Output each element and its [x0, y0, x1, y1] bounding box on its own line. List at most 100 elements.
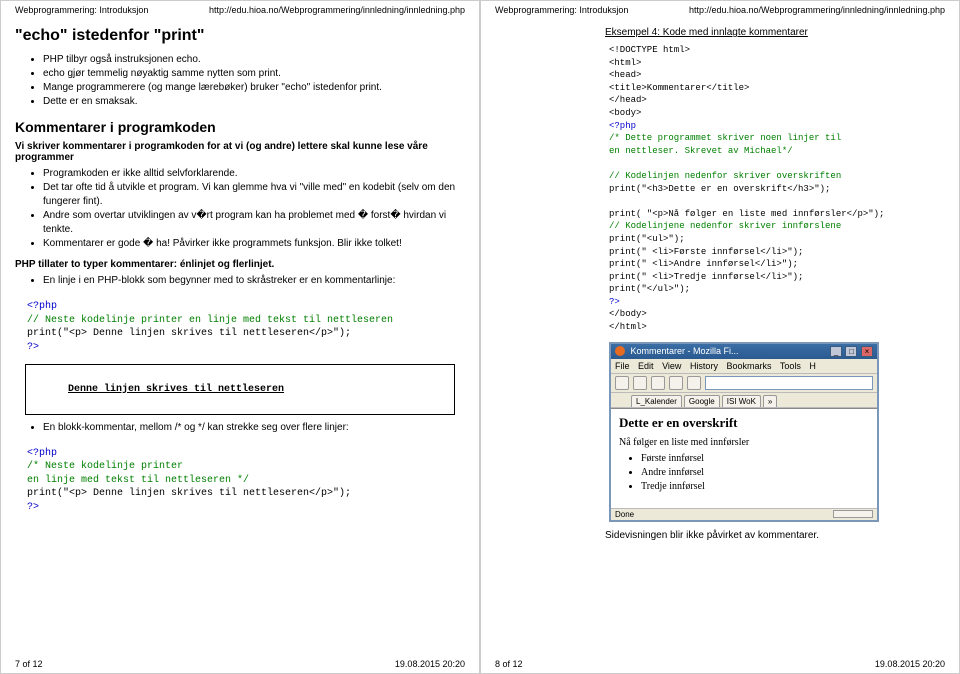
closing-text: Sidevisningen blir ikke påvirket av komm…	[605, 530, 945, 541]
browser-title: Kommentarer - Mozilla Fi...	[615, 346, 739, 357]
list-item: En blokk-kommentar, mellom /* og */ kan …	[43, 421, 465, 435]
php-open: <?php	[27, 301, 57, 312]
php-close: ?>	[27, 342, 39, 353]
status-text: Done	[615, 510, 634, 519]
page-number: 7 of 12	[15, 659, 43, 669]
header-bar: Webprogrammering: Introduksjon http://ed…	[495, 5, 945, 15]
header-bar: Webprogrammering: Introduksjon http://ed…	[15, 5, 465, 15]
comment-intro: Vi skriver kommentarer i programkoden fo…	[15, 141, 465, 163]
firefox-icon	[615, 346, 625, 356]
output-box-1: Denne linjen skrives til nettleseren	[25, 364, 455, 415]
doc-title: Webprogrammering: Introduksjon	[15, 5, 148, 15]
code-line: <title>Kommentarer</title>	[609, 82, 945, 95]
browser-statusbar: Done	[611, 508, 877, 520]
code-line: </head>	[609, 94, 945, 107]
list-item: En linje i en PHP-blokk som begynner med…	[43, 274, 465, 288]
echo-list: PHP tilbyr også instruksjonen echo. echo…	[43, 53, 465, 109]
code-line: <head>	[609, 69, 945, 82]
stop-icon[interactable]	[669, 376, 683, 390]
doc-title: Webprogrammering: Introduksjon	[495, 5, 628, 15]
content-paragraph: Nå følger en liste med innførsler	[619, 437, 869, 448]
bookmark-item[interactable]: L_Kalender	[631, 395, 682, 407]
browser-titlebar: Kommentarer - Mozilla Fi... _ □ ×	[611, 344, 877, 359]
heading-echo: "echo" istedenfor "print"	[15, 27, 465, 45]
code-line: print("</ul>");	[609, 283, 945, 296]
list-item: Kommentarer er gode � ha! Påvirker ikke …	[43, 237, 465, 251]
example-title: Eksempel 4: Kode med innlagte kommentare…	[605, 27, 945, 38]
timestamp: 19.08.2015 20:20	[875, 659, 945, 669]
code-line: <!DOCTYPE html>	[609, 44, 945, 57]
php-close: ?>	[27, 502, 39, 513]
code-line: print("<ul>");	[609, 233, 945, 246]
minimize-icon[interactable]: _	[830, 346, 842, 357]
code-line: print(" <li>Tredje innførsel</li>");	[609, 271, 945, 284]
bookmark-overflow[interactable]: »	[763, 395, 777, 407]
code-comment: en nettleser. Skrevet av Michael*/	[609, 145, 945, 158]
browser-preview: Kommentarer - Mozilla Fi... _ □ × File E…	[609, 342, 879, 522]
browser-title-text: Kommentarer - Mozilla Fi...	[631, 346, 739, 356]
code-example-4: <!DOCTYPE html> <html> <head> <title>Kom…	[609, 44, 945, 334]
bookmark-item[interactable]: ISI WoK	[722, 395, 761, 407]
list-item: Første innførsel	[641, 452, 869, 466]
menu-tools[interactable]: Tools	[780, 361, 801, 371]
home-icon[interactable]	[687, 376, 701, 390]
list-item: Tredje innførsel	[641, 480, 869, 494]
timestamp: 19.08.2015 20:20	[395, 659, 465, 669]
menu-edit[interactable]: Edit	[638, 361, 654, 371]
php-open: <?php	[27, 448, 57, 459]
menu-help[interactable]: H	[809, 361, 816, 371]
bookmark-item[interactable]: Google	[684, 395, 720, 407]
list-item: Andre som overtar utviklingen av v�rt pr…	[43, 209, 465, 237]
code-comment: // Neste kodelinje printer en linje med …	[27, 315, 393, 326]
code-line: print(" <li>Første innførsel</li>");	[609, 246, 945, 259]
menu-file[interactable]: File	[615, 361, 630, 371]
menu-bookmarks[interactable]: Bookmarks	[726, 361, 771, 371]
code-line: print( "<p>Nå følger en liste med innfør…	[609, 208, 945, 221]
menu-view[interactable]: View	[662, 361, 681, 371]
reload-icon[interactable]	[651, 376, 665, 390]
browser-menu: File Edit View History Bookmarks Tools H	[611, 359, 877, 374]
footer: 8 of 12 19.08.2015 20:20	[495, 659, 945, 669]
list-item: Andre innførsel	[641, 466, 869, 480]
code-blank	[609, 157, 945, 170]
code-comment: // Kodelinjene nedenfor skriver innførsl…	[609, 220, 945, 233]
maximize-icon[interactable]: □	[845, 346, 857, 357]
browser-toolbar	[611, 374, 877, 393]
forward-icon[interactable]	[633, 376, 647, 390]
block-comment-list: En blokk-kommentar, mellom /* og */ kan …	[43, 421, 465, 435]
code-blank	[609, 195, 945, 208]
code-line: print("<h3>Dette er en overskrift</h3>")…	[609, 183, 945, 196]
code-line: <html>	[609, 57, 945, 70]
list-item: Mange programmerere (og mange lærebøker)…	[43, 81, 465, 95]
window-controls: _ □ ×	[829, 346, 873, 357]
code-line: <body>	[609, 107, 945, 120]
browser-content: Dette er en overskrift Nå følger en list…	[611, 408, 877, 508]
page-number: 8 of 12	[495, 659, 523, 669]
code-comment: en linje med tekst til nettleseren */	[27, 475, 249, 486]
list-item: Det tar ofte tid å utvikle et program. V…	[43, 181, 465, 209]
code-line: </body>	[609, 308, 945, 321]
code-block-1: <?php // Neste kodelinje printer en linj…	[25, 296, 465, 358]
list-item: echo gjør temmelig nøyaktig samme nytten…	[43, 67, 465, 81]
progress-icon	[833, 510, 873, 518]
php-close: ?>	[609, 296, 945, 309]
list-item: PHP tilbyr også instruksjonen echo.	[43, 53, 465, 67]
code-line: print("<p> Denne linjen skrives til nett…	[27, 488, 351, 499]
page-right: Webprogrammering: Introduksjon http://ed…	[480, 0, 960, 674]
menu-history[interactable]: History	[690, 361, 718, 371]
one-line-list: En linje i en PHP-blokk som begynner med…	[43, 274, 465, 288]
php-open: <?php	[609, 120, 945, 133]
doc-url: http://edu.hioa.no/Webprogrammering/innl…	[689, 5, 945, 15]
page-left: Webprogrammering: Introduksjon http://ed…	[0, 0, 480, 674]
code-line: print(" <li>Andre innførsel</li>");	[609, 258, 945, 271]
code-line: print("<p> Denne linjen skrives til nett…	[27, 328, 351, 339]
heading-kommentarer: Kommentarer i programkoden	[15, 119, 465, 135]
back-icon[interactable]	[615, 376, 629, 390]
bookmark-bar: L_Kalender Google ISI WoK »	[611, 393, 877, 408]
content-list: Første innførsel Andre innførsel Tredje …	[641, 452, 869, 494]
output-line: Denne linjen skrives til nettleseren	[68, 384, 284, 395]
content-heading: Dette er en overskrift	[619, 415, 869, 431]
comment-list: Programkoden er ikke alltid selvforklare…	[43, 167, 465, 251]
address-bar[interactable]	[705, 376, 873, 390]
close-icon[interactable]: ×	[861, 346, 873, 357]
